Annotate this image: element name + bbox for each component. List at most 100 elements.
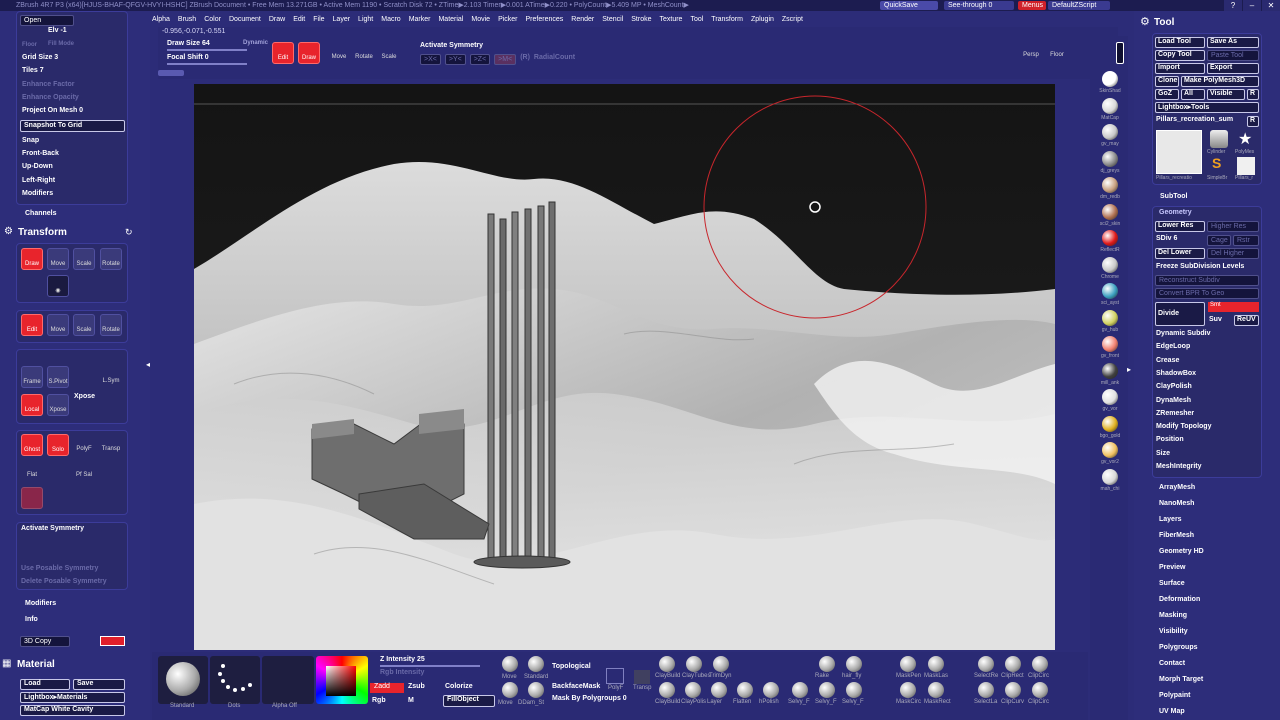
menu-tool[interactable]: Tool [690, 14, 703, 26]
brush-maskcirc-icon[interactable] [900, 682, 916, 698]
rstr-button[interactable]: Rstr [1233, 235, 1259, 246]
menu-light[interactable]: Light [358, 14, 373, 26]
t-transp-button[interactable]: Transp [100, 434, 122, 456]
left-tray-arrow-icon[interactable]: ◂ [146, 360, 150, 369]
focal-shift-slider[interactable]: Focal Shift 0 [167, 54, 209, 61]
xpose-slider[interactable]: Xpose [74, 393, 95, 400]
up-down-button[interactable]: Up-Down [22, 163, 53, 170]
t-local-button[interactable]: Local [21, 394, 43, 416]
polyf-icon[interactable] [606, 668, 624, 684]
left-activate-symmetry[interactable]: Activate Symmetry [21, 525, 84, 532]
canvas-viewport[interactable] [194, 84, 1055, 650]
brush-clipcirc-icon[interactable] [1032, 656, 1048, 672]
r-button[interactable]: R [1247, 89, 1259, 100]
modifiers-button[interactable]: Modifiers [22, 190, 53, 197]
t-polyf-button[interactable]: PolyF [73, 434, 95, 456]
menu-brush[interactable]: Brush [178, 14, 196, 26]
enhance-factor-slider[interactable]: Enhance Factor [22, 81, 75, 88]
brush-selvy_f-icon[interactable] [846, 682, 862, 698]
use-posable-symmetry[interactable]: Use Posable Symmetry [21, 565, 98, 572]
focal-shift-track[interactable] [167, 63, 247, 65]
t-rotate2-button[interactable]: Rotate [100, 314, 122, 336]
geometry-claypolish[interactable]: ClayPolish [1156, 383, 1192, 390]
subtool-header[interactable]: SubTool [1160, 193, 1187, 200]
draw-mode-button[interactable]: Draw [298, 42, 320, 64]
camera-icon[interactable]: ◉ [47, 275, 69, 297]
tool-visibility[interactable]: Visibility [1159, 628, 1188, 635]
radial-count-slider[interactable]: RadialCount [534, 54, 575, 65]
geometry-shadowbox[interactable]: ShadowBox [1156, 370, 1196, 377]
menu-picker[interactable]: Picker [498, 14, 517, 26]
draw-size-slider[interactable]: Draw Size 64 [167, 40, 210, 47]
tool-layers[interactable]: Layers [1159, 516, 1182, 523]
geometry-dynamic-subdiv[interactable]: Dynamic Subdiv [1156, 330, 1210, 337]
brush-hpolish-icon[interactable] [763, 682, 779, 698]
draw-size-track[interactable] [167, 49, 247, 51]
brush-maskrect-icon[interactable] [928, 682, 944, 698]
help-icon[interactable]: ? [1224, 0, 1242, 11]
standard-brush-icon[interactable] [528, 656, 544, 672]
material-reflectr-icon[interactable] [1102, 230, 1118, 246]
elevation-slider[interactable]: Elv -1 [48, 27, 67, 34]
brush-clipcirc-icon[interactable] [1032, 682, 1048, 698]
reuv-button[interactable]: ReUV [1234, 315, 1259, 326]
cage-button[interactable]: Cage [1207, 235, 1231, 246]
topological-toggle[interactable]: Topological [552, 663, 591, 670]
load-tool-button[interactable]: Load Tool [1155, 37, 1205, 48]
colorize-toggle[interactable]: Colorize [445, 683, 473, 690]
visible-button[interactable]: Visible [1207, 89, 1245, 100]
menu-macro[interactable]: Macro [381, 14, 400, 26]
geometry-crease[interactable]: Crease [1156, 357, 1179, 364]
brush-trimdyn-icon[interactable] [713, 656, 729, 672]
menu-color[interactable]: Color [204, 14, 221, 26]
grid-size-slider[interactable]: Grid Size 3 [22, 54, 58, 61]
material-gv_may-icon[interactable] [1102, 124, 1118, 140]
edit-mode-button[interactable]: Edit [272, 42, 294, 64]
menu-transform[interactable]: Transform [711, 14, 743, 26]
rgb-toggle[interactable]: Rgb [372, 697, 386, 704]
t-draw-button[interactable]: Draw [21, 248, 43, 270]
scale-mode-button[interactable]: Scale [378, 42, 400, 64]
t-solo-button[interactable]: Solo [47, 434, 69, 456]
activate-symmetry-top[interactable]: Activate Symmetry [420, 42, 483, 49]
higher-res-button[interactable]: Higher Res [1207, 221, 1259, 232]
dam-brush-icon[interactable] [528, 682, 544, 698]
material-chrome-icon[interactable] [1102, 256, 1118, 273]
rgb-intensity-slider[interactable]: Rgb Intensity [380, 669, 424, 676]
brush-claytubes-icon[interactable] [686, 656, 702, 672]
material-gv_vor2-icon[interactable] [1102, 442, 1118, 458]
right-tray-arrow-icon[interactable]: ▸ [1127, 365, 1131, 374]
geometry-meshintegrity[interactable]: MeshIntegrity [1156, 463, 1202, 470]
floor-toggle[interactable]: Floor [22, 42, 37, 48]
fillobject-button[interactable]: FillObject [443, 695, 495, 707]
snapshot-to-grid-button[interactable]: Snapshot To Grid [20, 120, 125, 132]
move-brush-icon[interactable] [502, 656, 518, 672]
info-header[interactable]: Info [25, 616, 38, 623]
sdiv-slider[interactable]: SDiv 6 [1156, 235, 1177, 242]
tool-fibermesh[interactable]: FiberMesh [1159, 532, 1194, 539]
transform-pin-icon[interactable]: ↻ [125, 227, 133, 238]
material-gv_front-icon[interactable] [1102, 336, 1118, 352]
material-sci_ayst-icon[interactable] [1102, 283, 1118, 299]
sym-m-button[interactable]: >M< [494, 54, 517, 65]
t-frame-button[interactable]: Frame [21, 366, 43, 388]
convert-bpr-button[interactable]: Convert BPR To Geo [1155, 288, 1259, 299]
tool-thumbnail-main[interactable] [1156, 130, 1202, 174]
menu-render[interactable]: Render [571, 14, 594, 26]
menu-movie[interactable]: Movie [471, 14, 490, 26]
modifiers2-header[interactable]: Modifiers [25, 600, 56, 607]
tool-arraymesh[interactable]: ArrayMesh [1159, 484, 1195, 491]
matcap-white-cavity-button[interactable]: MatCap White Cavity [20, 705, 125, 716]
transform-gear-icon[interactable]: ⚙ [4, 226, 14, 237]
geometry-zremesher[interactable]: ZRemesher [1156, 410, 1194, 417]
brush-layer-icon[interactable] [711, 682, 727, 698]
mask-by-polygroups-slider[interactable]: Mask By Polygroups 0 [552, 695, 627, 702]
dynamic-toggle[interactable]: Dynamic [243, 40, 268, 46]
brush-hair_fly-icon[interactable] [846, 656, 862, 672]
lightbox-tools-button[interactable]: Lightbox▸Tools [1155, 102, 1259, 113]
t-spivot-button[interactable]: S.Pivot [47, 366, 69, 388]
clone-button[interactable]: Clone [1155, 76, 1179, 87]
material-gv_hub-icon[interactable] [1102, 309, 1118, 326]
export-button[interactable]: Export [1207, 63, 1259, 74]
delete-posable-symmetry[interactable]: Delete Posable Symmetry [21, 578, 107, 585]
